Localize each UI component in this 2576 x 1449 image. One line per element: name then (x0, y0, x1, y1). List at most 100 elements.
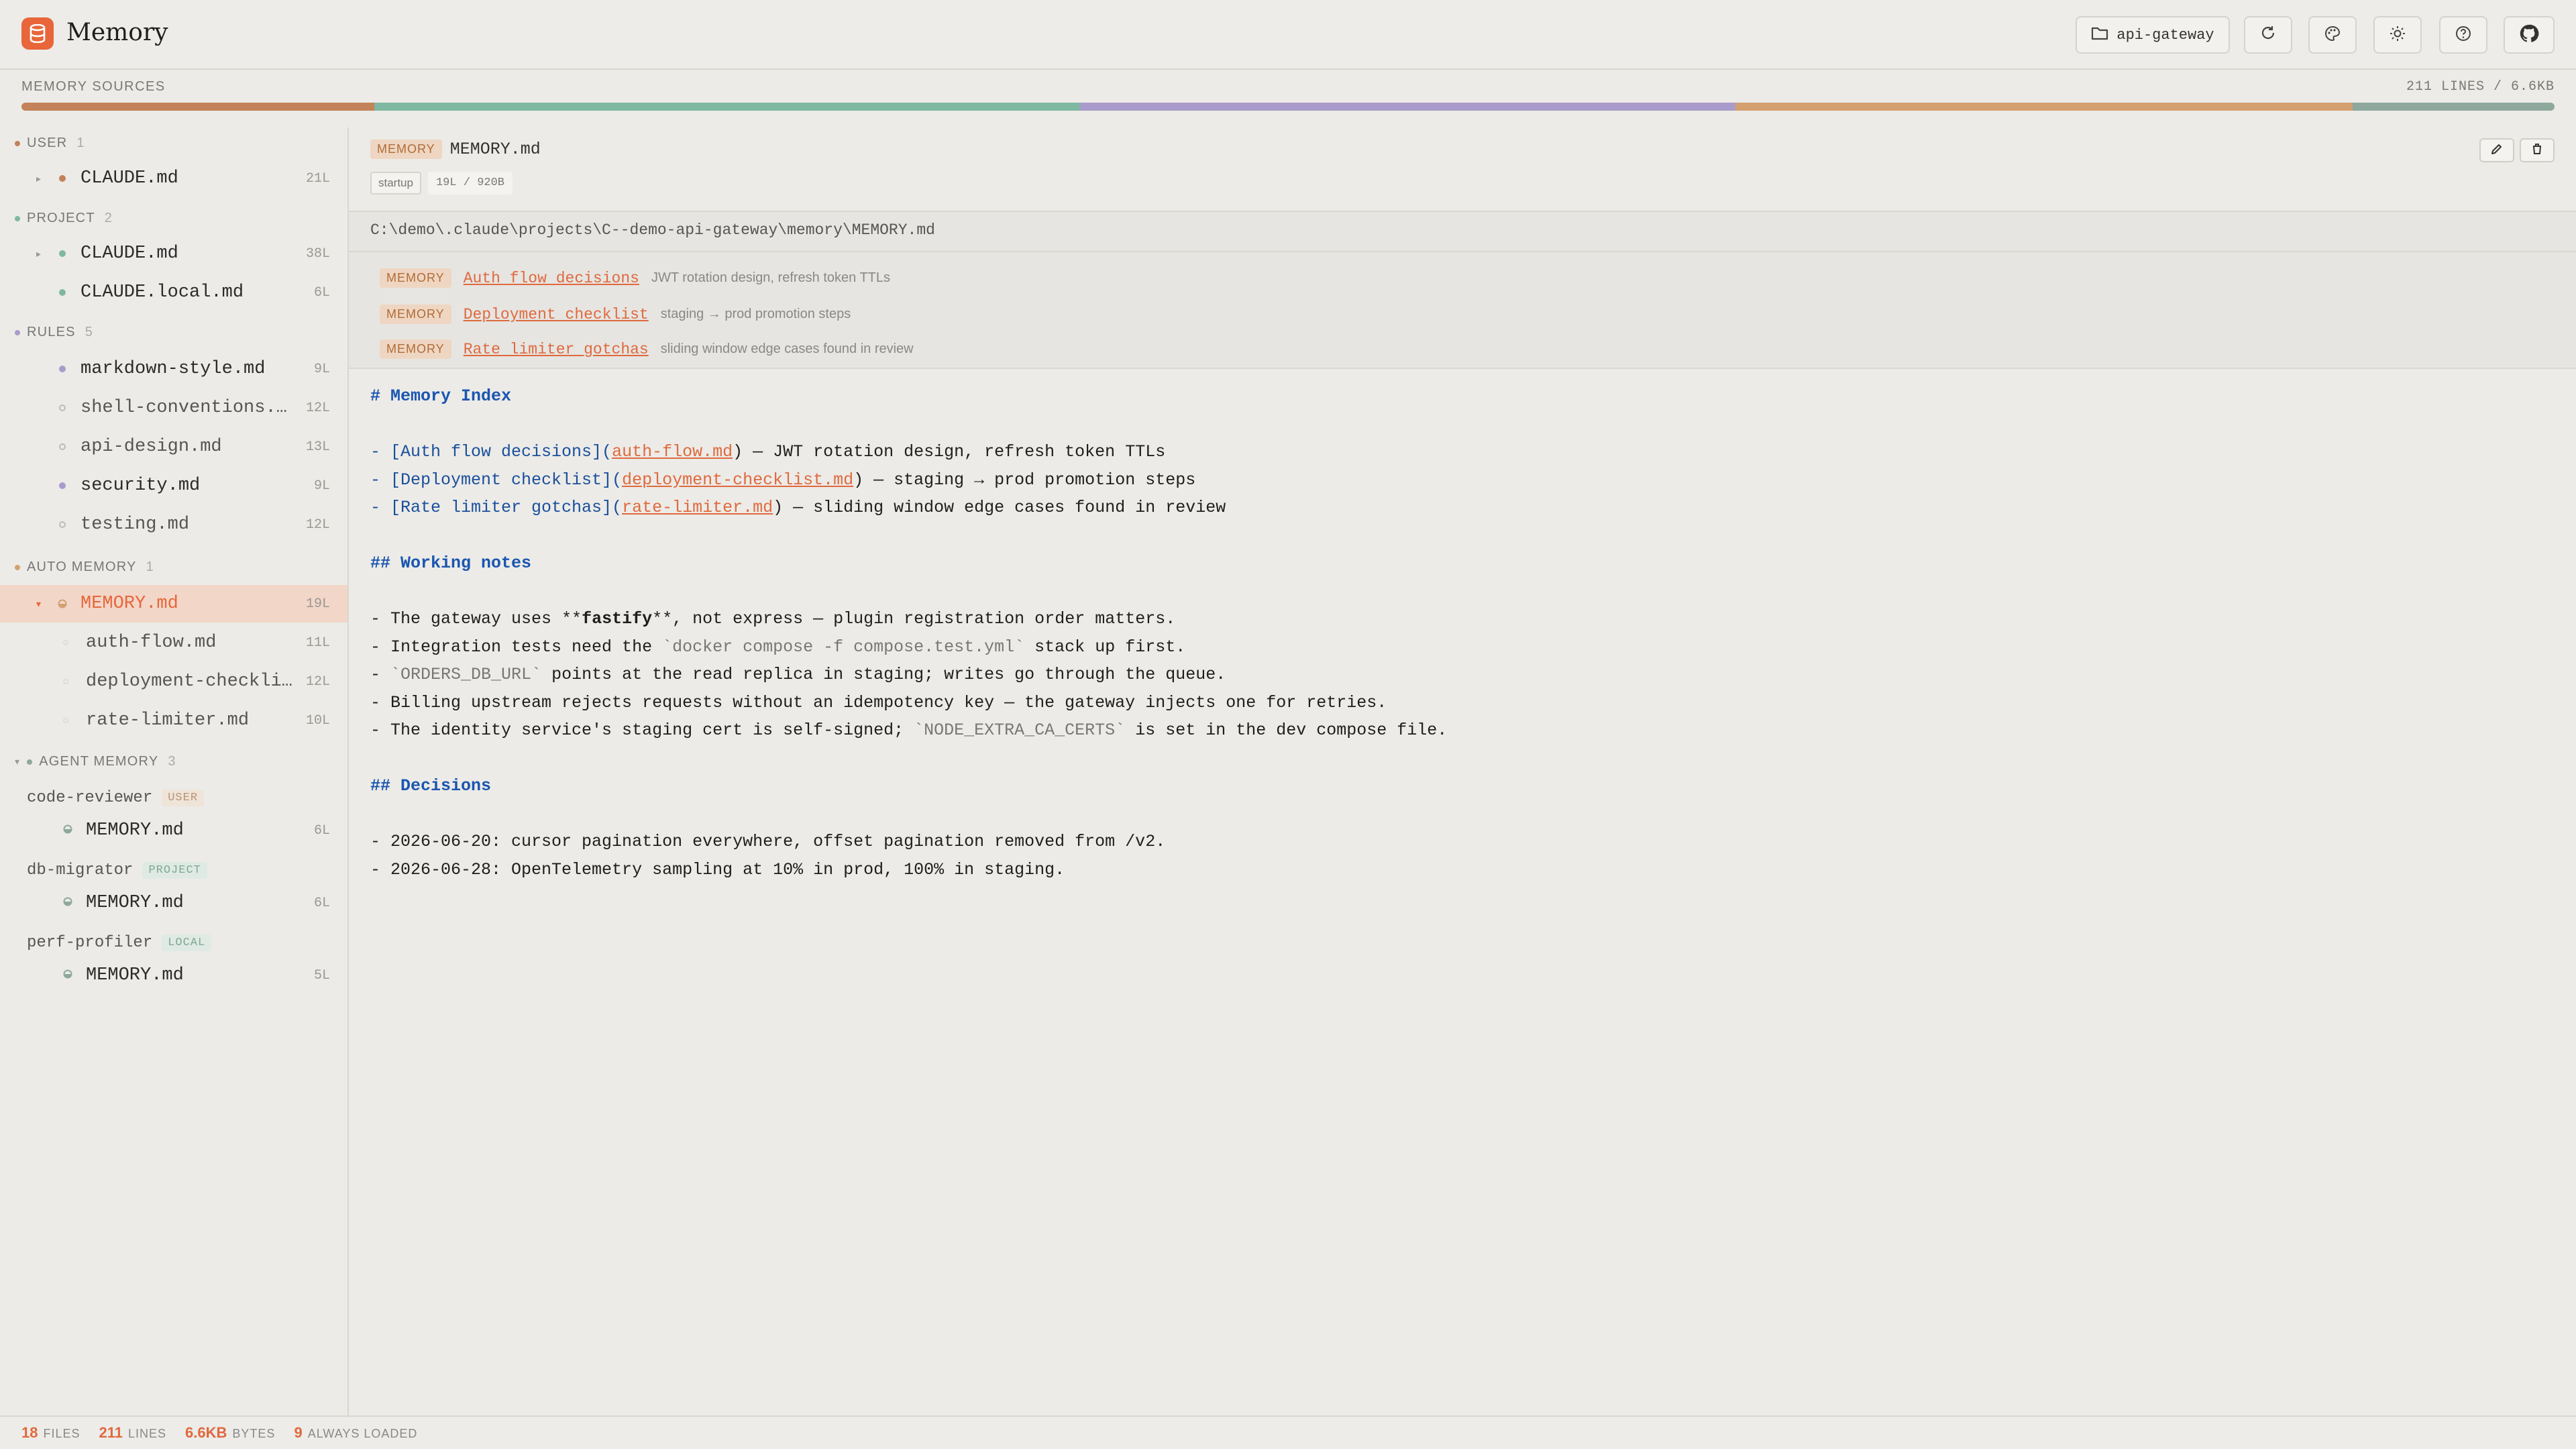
file-name: MEMORY.md (86, 965, 184, 985)
delete-button[interactable] (2520, 138, 2555, 162)
light-mode-button[interactable] (2373, 16, 2422, 54)
refresh-icon (2259, 25, 2277, 46)
index-line: - [Deployment checklist](deployment-chec… (370, 470, 1196, 490)
heading-working-notes: ## Working notes (370, 553, 532, 573)
edit-button[interactable] (2479, 138, 2514, 162)
line-count: 11L (305, 635, 330, 651)
section-label: PROJECT (27, 211, 95, 225)
sidebar-item-rule[interactable]: api-design.md 13L (0, 428, 347, 466)
link-badge: MEMORY (380, 268, 451, 288)
empty-dot-icon (63, 640, 68, 645)
decision-line: - 2026-06-20: cursor pagination everywhe… (370, 832, 1166, 851)
section-rules[interactable]: RULES 5 (15, 325, 93, 340)
file-path-bar: C:\demo\.claude\projects\C--demo-api-gat… (349, 212, 2576, 252)
help-button[interactable] (2439, 16, 2487, 54)
half-dot-icon (58, 599, 67, 608)
link-title[interactable]: Rate limiter gotchas (464, 341, 649, 358)
chevron-right-icon[interactable]: ▸ (36, 248, 41, 260)
file-title: MEMORY.md (449, 140, 541, 159)
source-segment-rules (1080, 103, 1735, 111)
section-label: AUTO MEMORY (27, 559, 137, 574)
line-count: 21L (305, 170, 330, 186)
linked-memory-row[interactable]: MEMORY Auth flow decisions JWT rotation de… (380, 268, 890, 288)
heading-decisions: ## Decisions (370, 776, 492, 796)
link-title[interactable]: Auth flow decisions (464, 270, 639, 287)
sidebar-item-rule[interactable]: markdown-style.md 9L (0, 350, 347, 388)
sidebar-item-memory-md-active[interactable]: ▾ MEMORY.md 19L (0, 585, 347, 623)
decision-line: - 2026-06-28: OpenTelemetry sampling at … (370, 859, 1065, 879)
section-project[interactable]: PROJECT 2 (15, 211, 113, 226)
scope-tag: USER (162, 790, 205, 806)
sidebar-item-agent-memory[interactable]: MEMORY.md 6L (0, 812, 347, 849)
file-name: api-design.md (80, 437, 222, 457)
section-label: USER (27, 136, 68, 150)
source-segment-auto-memory (1735, 103, 2353, 111)
sidebar-item-user-claude[interactable]: ▸ CLAUDE.md 21L (0, 160, 347, 197)
agent-code-reviewer: code-reviewer USER (27, 789, 205, 807)
size-chip: 19L / 920B (427, 172, 513, 195)
pencil-icon (2490, 142, 2504, 159)
half-dot-icon (63, 969, 72, 982)
note-line: - `ORDERS_DB_URL` points at the read rep… (370, 665, 1226, 684)
sidebar-item-agent-memory[interactable]: MEMORY.md 5L (0, 957, 347, 994)
sidebar-item-rule[interactable]: security.md 9L (0, 467, 347, 504)
sidebar-item-rule[interactable]: shell-conventions.md 12L (0, 389, 347, 427)
section-label: RULES (27, 325, 76, 339)
chevron-down-icon: ▾ (15, 756, 21, 767)
link-badge: MEMORY (380, 305, 451, 324)
app-header: Memory api-gateway (0, 0, 2576, 70)
empty-dot-icon (63, 718, 68, 723)
link-rate-limiter[interactable]: rate-limiter.md (622, 498, 773, 517)
sidebar-item-project-claude[interactable]: ▸ CLAUDE.md 38L (0, 235, 347, 272)
section-count: 5 (85, 325, 94, 339)
link-auth-flow[interactable]: auth-flow.md (612, 442, 733, 462)
section-agent-memory[interactable]: ▾ AGENT MEMORY 3 (15, 754, 176, 769)
folder-icon (2091, 25, 2108, 45)
sidebar-item-agent-memory[interactable]: MEMORY.md 6L (0, 884, 347, 922)
chevron-right-icon[interactable]: ▸ (36, 173, 41, 184)
linked-memory-row[interactable]: MEMORY Deployment checklist staging → prod… (380, 305, 851, 324)
link-title[interactable]: Deployment checklist (464, 306, 649, 323)
empty-dot-icon (59, 405, 66, 411)
status-dot-icon (59, 250, 66, 257)
line-count: 38L (305, 246, 330, 262)
lines-stat: 211 LINES (99, 1424, 167, 1441)
file-name: auth-flow.md (86, 633, 217, 653)
status-dot-icon (59, 482, 66, 489)
app-title: Memory (66, 19, 168, 46)
line-count: 12L (305, 674, 330, 690)
sidebar: USER 1 ▸ CLAUDE.md 21L PROJECT 2 ▸ CLAUDE.m… (0, 127, 349, 1415)
refresh-button[interactable] (2244, 16, 2292, 54)
index-line: - [Auth flow decisions](auth-flow.md) — … (370, 442, 1166, 462)
section-count: 1 (76, 136, 85, 150)
sidebar-item-rule[interactable]: testing.md 12L (0, 506, 347, 543)
section-count: 1 (146, 559, 154, 574)
scope-tag: LOCAL (162, 934, 212, 951)
source-segment-user (21, 103, 375, 111)
agent-name: db-migrator (27, 861, 133, 879)
line-count: 5L (313, 967, 330, 983)
file-name: security.md (80, 476, 201, 496)
file-type-badge: MEMORY (370, 140, 442, 159)
sun-icon (2389, 25, 2406, 46)
sidebar-item-project-claude-local[interactable]: CLAUDE.local.md 6L (0, 274, 347, 311)
project-selector-button[interactable]: api-gateway (2076, 16, 2230, 54)
chevron-down-icon[interactable]: ▾ (36, 598, 41, 610)
note-line: - The identity service's staging cert is… (370, 720, 1448, 740)
markdown-content[interactable]: # Memory Index - [Auth flow decisions](a… (370, 382, 1447, 883)
section-auto-memory[interactable]: AUTO MEMORY 1 (15, 559, 154, 575)
sidebar-item-auto-child[interactable]: deployment-checklist.md 12L (0, 663, 347, 700)
bytes-stat: 6.6KB BYTES (185, 1424, 276, 1441)
file-name: CLAUDE.md (80, 244, 178, 264)
sidebar-item-auto-child[interactable]: rate-limiter.md 10L (0, 702, 347, 739)
theme-palette-button[interactable] (2308, 16, 2357, 54)
github-button[interactable] (2504, 16, 2555, 54)
file-name: MEMORY.md (86, 820, 184, 841)
sidebar-item-auto-child[interactable]: auth-flow.md 11L (0, 624, 347, 661)
link-deployment-checklist[interactable]: deployment-checklist.md (622, 470, 853, 490)
section-user[interactable]: USER 1 (15, 136, 85, 151)
linked-memory-row[interactable]: MEMORY Rate limiter gotchas sliding window… (380, 339, 914, 359)
section-count: 2 (104, 211, 113, 225)
note-line: - Billing upstream rejects requests with… (370, 692, 1387, 712)
project-label: api-gateway (2116, 26, 2214, 44)
